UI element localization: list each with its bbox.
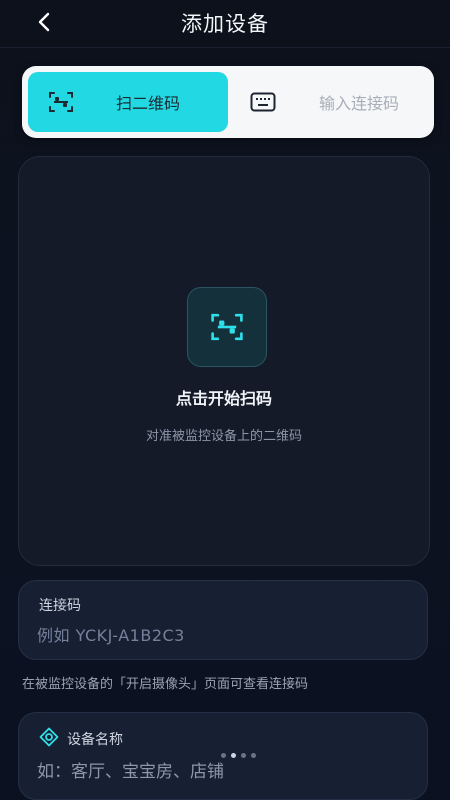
scan-panel[interactable]: 点击开始扫码 对准被监控设备上的二维码 <box>18 156 430 566</box>
connection-code-input[interactable] <box>37 621 407 649</box>
keyboard-icon <box>250 92 276 112</box>
connection-code-card: 连接码 <box>18 580 428 660</box>
tab-scan-qr[interactable]: 扫二维码 <box>28 72 228 132</box>
header: 添加设备 <box>0 0 450 48</box>
connection-code-label: 连接码 <box>39 598 81 614</box>
tab-scan-qr-label: 扫二维码 <box>115 94 180 113</box>
device-name-card: 设备名称 <box>18 712 428 800</box>
scan-subtitle: 对准被监控设备上的二维码 <box>145 429 302 444</box>
device-name-label: 设备名称 <box>67 732 123 748</box>
start-scan-button[interactable] <box>187 287 267 367</box>
connection-code-hint: 在被监控设备的「开启摄像头」页面可查看连接码 <box>22 677 309 692</box>
add-device-screen: 添加设备 扫二维码 输入连接码 点击开始扫码 对准被监控设备上的二维码 连接码 … <box>0 0 450 800</box>
tab-enter-code[interactable]: 输入连接码 <box>232 72 428 132</box>
qr-scan-icon <box>211 313 243 341</box>
tab-enter-code-label: 输入连接码 <box>318 94 399 113</box>
page-title: 添加设备 <box>181 12 269 36</box>
mode-tabs: 扫二维码 输入连接码 <box>22 66 434 138</box>
device-name-input[interactable] <box>37 757 407 787</box>
device-tag-icon <box>39 727 59 747</box>
scan-title: 点击开始扫码 <box>175 389 272 408</box>
